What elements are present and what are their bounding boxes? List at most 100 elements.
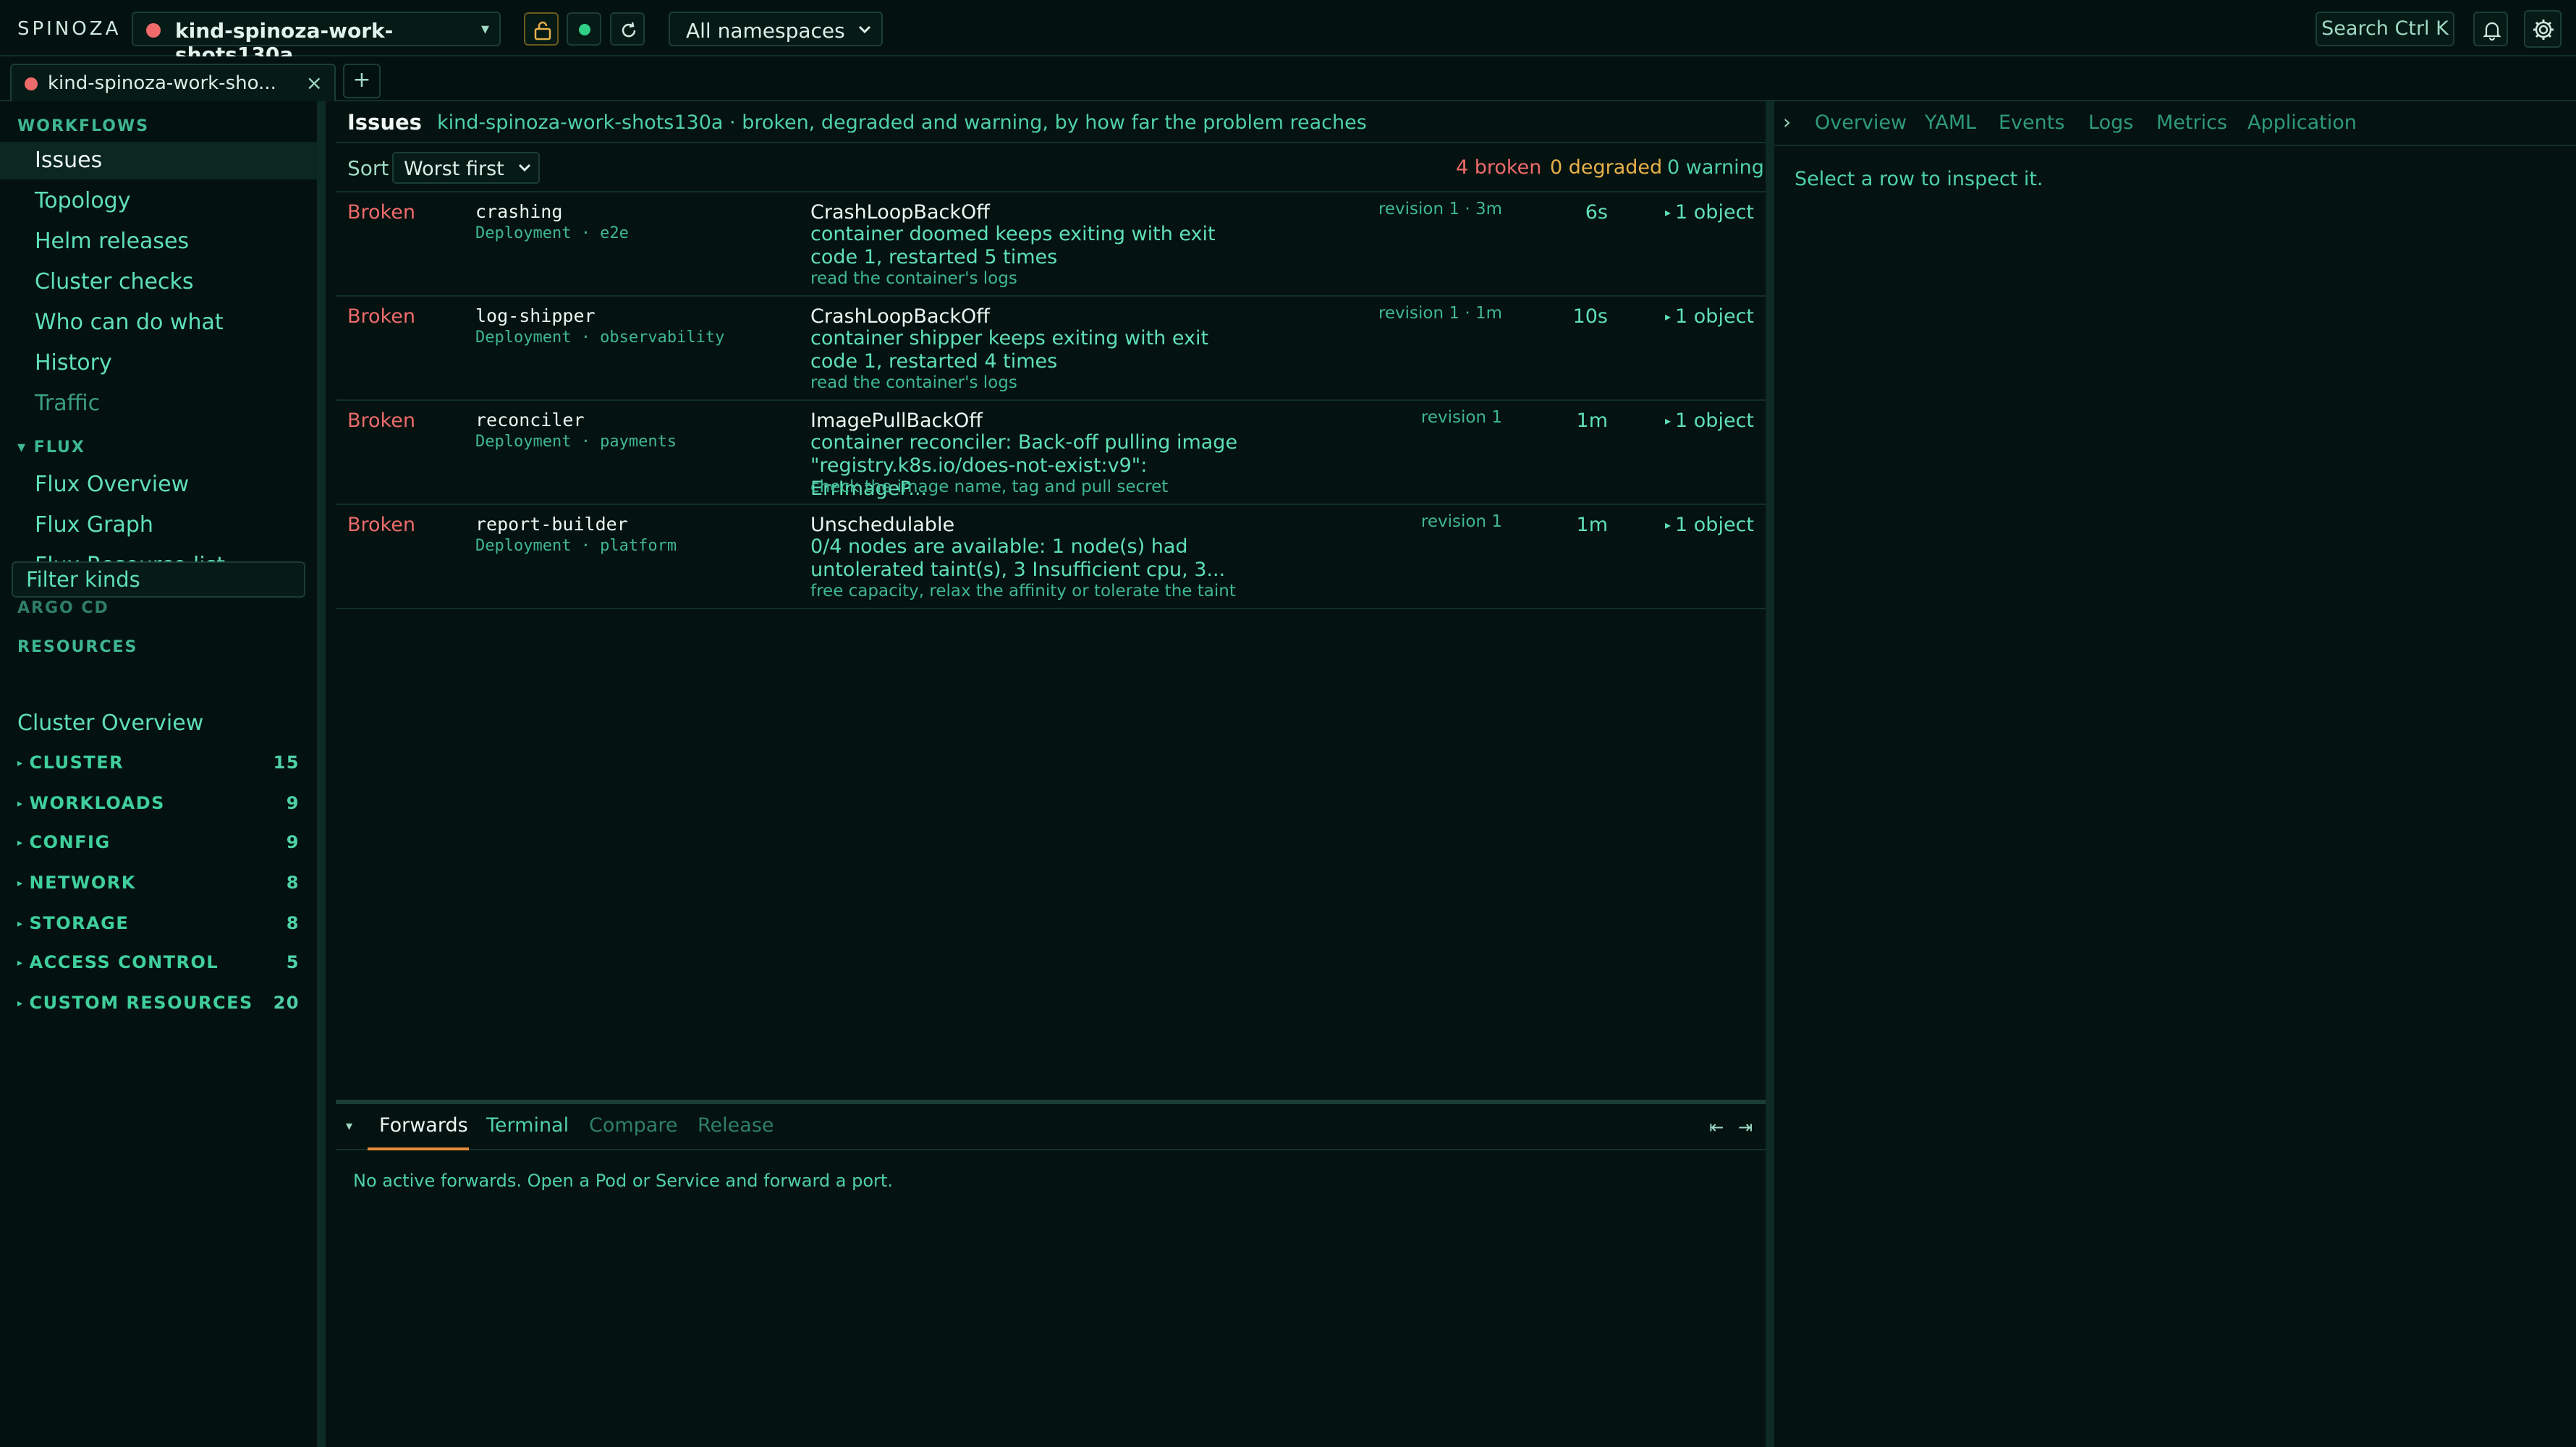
issue-row[interactable]: Broken report-builder Deployment · platf… [336,505,1766,609]
affected-objects-label: 1 object [1675,410,1754,432]
issue-hint: read the container's logs [810,373,1017,392]
resource-group-access-control[interactable]: ▸ ACCESS CONTROL 5 [17,948,300,977]
resource-group-count: 9 [286,793,300,813]
sidebar-item-history[interactable]: History [0,344,317,382]
issue-reason: ImagePullBackOff [810,410,983,432]
resource-group-label: WORKLOADS [29,793,165,813]
affected-objects-toggle[interactable]: ▸ 1 object [1665,305,1754,328]
resource-group-label: CONFIG [29,832,111,852]
issue-row[interactable]: Broken log-shipper Deployment · observab… [336,297,1766,401]
resource-group-workloads[interactable]: ▸ WORKLOADS 9 [17,789,300,818]
resource-name: report-builder [475,514,628,535]
tab-compare[interactable]: Compare [589,1114,677,1137]
broken-count-filter[interactable]: 4 broken [1456,156,1541,179]
resource-group-count: 9 [286,832,300,852]
flux-heading[interactable]: ▾ FLUX [17,438,85,457]
context-selector[interactable]: kind-spinoza-work-shots130a ▾ [132,12,501,67]
sidebar-item-helm-releases[interactable]: Helm releases [0,223,317,260]
status-badge: Broken [347,201,415,224]
tab-events[interactable]: Events [1999,111,2064,134]
issue-reason: Unschedulable [810,514,955,536]
issue-age: 1m [1576,514,1608,536]
issue-age: 6s [1585,201,1608,224]
filter-kinds-input[interactable]: Filter kinds [12,561,305,598]
issues-subtitle: kind-spinoza-work-shots130a · broken, de… [437,111,1367,134]
resource-group-network[interactable]: ▸ NETWORK 8 [17,868,300,897]
dock-right-icon[interactable]: ⇥ [1738,1117,1753,1137]
resource-group-count: 8 [286,873,300,893]
tab-yaml[interactable]: YAML [1925,111,1976,134]
add-tab-button[interactable]: + [343,64,381,98]
namespace-value: All namespaces [686,19,845,43]
argo-heading[interactable]: ARGO CD [17,599,109,617]
tab-forwards[interactable]: Forwards [379,1114,468,1137]
resource-name: reconciler [475,410,585,430]
revision-info: revision 1 [1420,408,1502,427]
resource-group-cluster[interactable]: ▸ CLUSTER 15 [17,748,300,777]
sidebar-item-traffic[interactable]: Traffic [0,385,317,423]
chevron-down-icon [858,25,871,34]
resource-kind: Deployment · e2e [475,224,629,242]
sidebar-item-flux-overview[interactable]: Flux Overview [0,466,317,504]
right-panel-resize-handle[interactable] [1766,101,1774,1447]
top-bar: SPINOZA kind-spinoza-work-shots130a ▾ Al… [0,0,2576,67]
dock-left-icon[interactable]: ⇤ [1709,1117,1724,1137]
status-badge: Broken [347,514,415,536]
sidebar-item-cluster-overview[interactable]: Cluster Overview [17,710,203,736]
issue-age: 1m [1576,410,1608,432]
issues-panel: Issues kind-spinoza-work-shots130a · bro… [336,101,1766,1101]
inspector-panel: › Overview YAML Events Logs Metrics Appl… [1774,101,2576,1447]
sidebar-item-cluster-checks[interactable]: Cluster checks [0,263,317,301]
resource-group-custom-resources[interactable]: ▸ CUSTOM RESOURCES 20 [17,988,300,1017]
issue-row[interactable]: Broken reconciler Deployment · payments … [336,401,1766,505]
resources-heading: RESOURCES [17,638,138,656]
issue-age: 10s [1572,305,1608,328]
affected-objects-toggle[interactable]: ▸ 1 object [1665,410,1754,432]
revision-info: revision 1 [1420,512,1502,531]
sidebar-item-topology[interactable]: Topology [0,182,317,220]
status-badge: Broken [347,305,415,328]
context-status-dot [146,23,161,38]
affected-objects-toggle[interactable]: ▸ 1 object [1665,201,1754,224]
degraded-count-filter[interactable]: 0 degraded [1550,156,1662,179]
resource-group-label: STORAGE [29,913,130,933]
collapse-icon[interactable]: ▾ [346,1119,352,1134]
refresh-button[interactable] [610,12,645,46]
sidebar-item-issues[interactable]: Issues [0,142,317,179]
workspace-tab[interactable]: kind-spinoza-work-sho... × [10,64,336,101]
notifications-button[interactable] [2473,12,2508,46]
sort-label: Sort [347,156,389,180]
sidebar-item-flux-graph[interactable]: Flux Graph [0,506,317,544]
affected-objects-toggle[interactable]: ▸ 1 object [1665,514,1754,536]
tab-metrics[interactable]: Metrics [2156,111,2227,134]
resource-group-count: 8 [286,913,300,933]
revision-info: revision 1 · 1m [1378,304,1502,323]
resource-kind: Deployment · platform [475,537,677,555]
live-toggle-button[interactable] [567,12,601,46]
resource-group-label: CLUSTER [29,752,124,773]
tab-release[interactable]: Release [698,1114,774,1137]
sort-select[interactable]: Worst first [392,152,540,184]
tab-logs[interactable]: Logs [2088,111,2133,134]
sidebar-resize-handle[interactable] [317,101,326,1447]
resource-group-label: NETWORK [29,873,136,893]
lock-button[interactable] [524,12,559,46]
namespace-select[interactable]: All namespaces [669,12,883,46]
resource-name: crashing [475,201,563,222]
tab-overview[interactable]: Overview [1815,111,1907,134]
search-button[interactable]: Search Ctrl K [2316,12,2454,46]
tab-application[interactable]: Application [2247,111,2357,134]
forwards-empty-message: No active forwards. Open a Pod or Servic… [353,1171,893,1191]
tab-terminal[interactable]: Terminal [486,1114,569,1137]
chevron-right-icon[interactable]: › [1783,110,1791,134]
resource-group-config[interactable]: ▸ CONFIG 9 [17,828,300,857]
resource-group-count: 15 [273,752,300,773]
close-icon[interactable]: × [306,71,323,95]
settings-button[interactable] [2524,10,2562,48]
resource-group-storage[interactable]: ▸ STORAGE 8 [17,909,300,938]
sidebar-item-who-can-do-what[interactable]: Who can do what [0,304,317,341]
issue-row[interactable]: Broken crashing Deployment · e2e CrashLo… [336,192,1766,297]
warning-count-filter[interactable]: 0 warning [1667,156,1764,179]
sort-value: Worst first [404,158,504,180]
resource-name: log-shipper [475,305,596,326]
